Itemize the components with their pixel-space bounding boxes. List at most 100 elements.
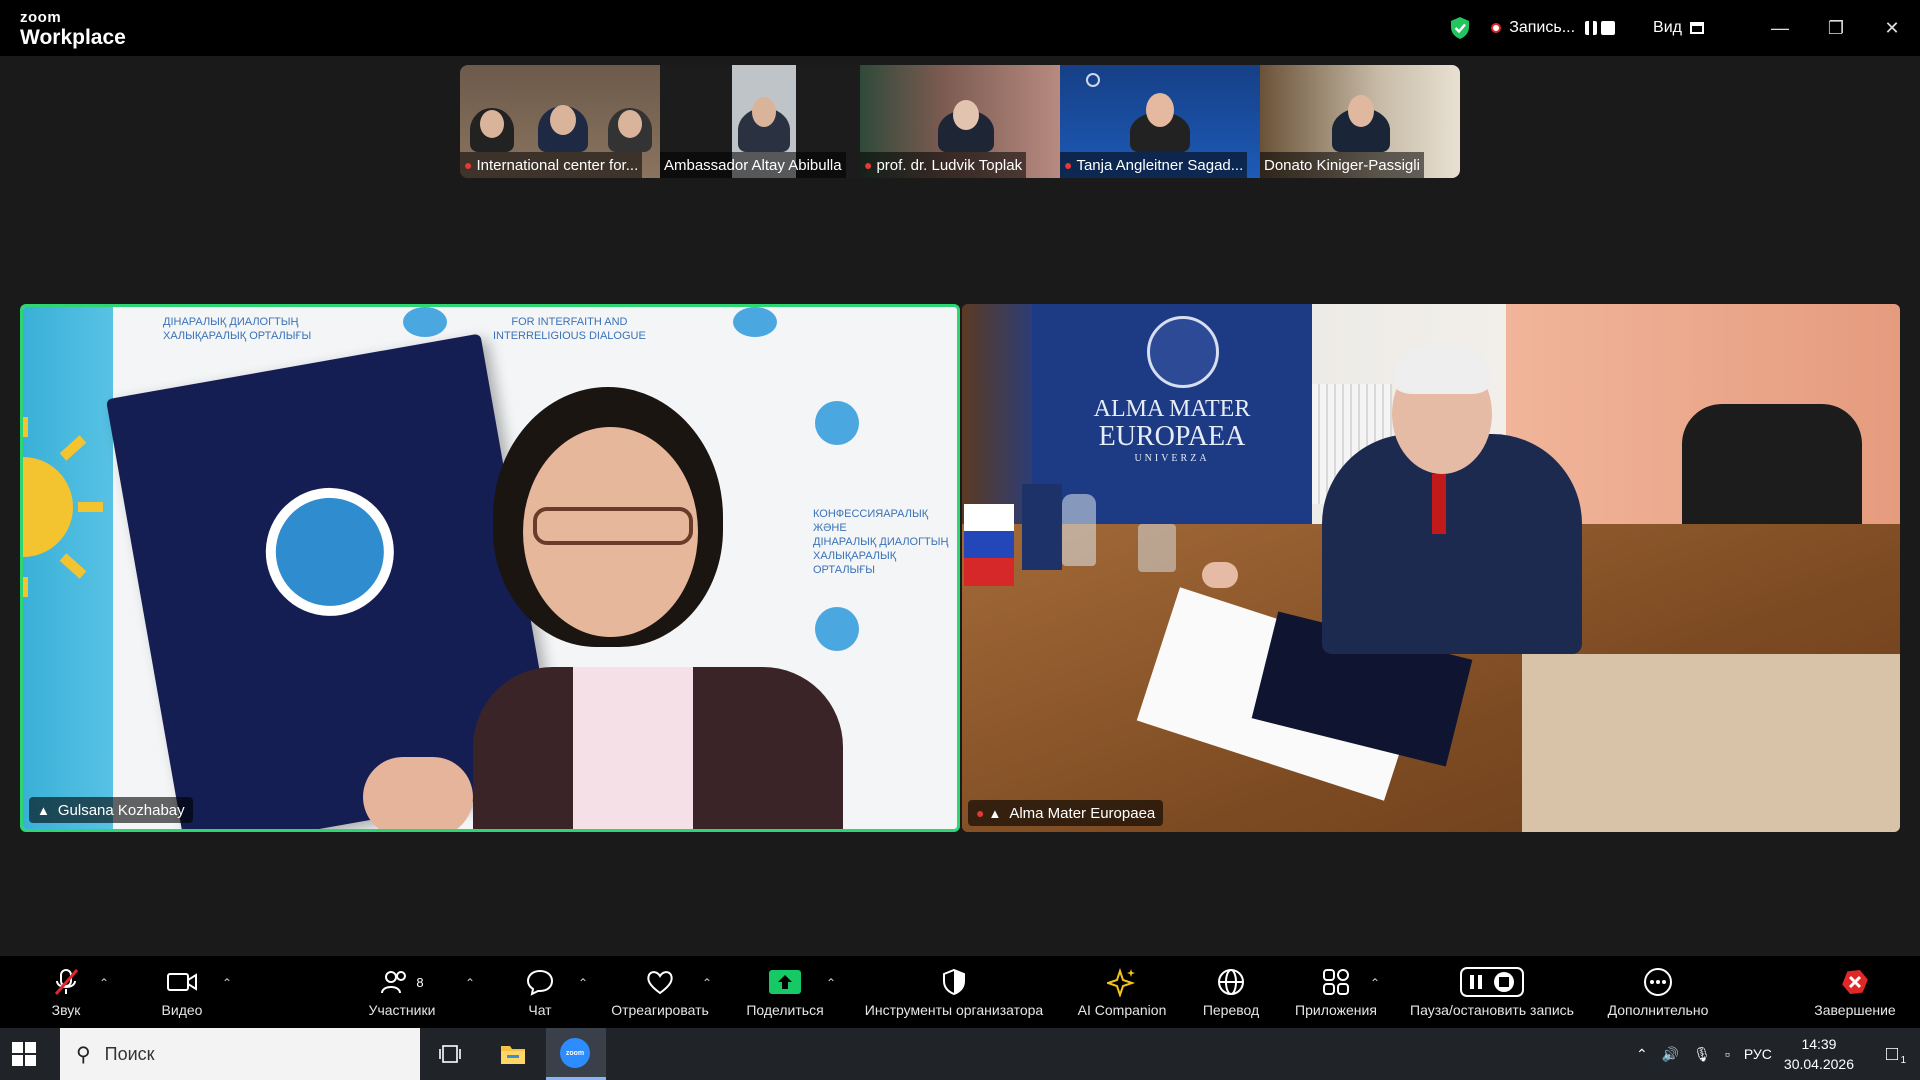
participants-button[interactable]: 8 Участники [362,956,442,1028]
react-options-chevron-icon[interactable]: ⌃ [702,976,712,990]
backdrop-line: ХАЛЫҚАРАЛЫҚ ОРТАЛЫҒЫ [813,550,897,576]
restore-button[interactable]: ❐ [1808,0,1864,56]
record-label: Пауза/остановить запись [1410,1002,1574,1018]
tile-name: Alma Mater Europaea [1009,804,1156,822]
recording-dot-icon [1491,23,1502,33]
audio-button[interactable]: Звук [36,956,96,1028]
search-placeholder: Поиск [104,1043,155,1064]
muted-mic-icon: ● [976,805,985,821]
muted-mic-icon: ● [464,157,473,173]
share-label: Поделиться [746,1002,824,1018]
close-button[interactable]: ✕ [1864,0,1920,56]
pin-icon: ▲ [37,802,50,818]
react-button[interactable]: Отреагировать [600,956,720,1028]
video-button[interactable]: Видео [150,956,214,1028]
thumbnail-4[interactable]: ● Tanja Angleitner Sagad... [1060,65,1260,178]
chat-options-chevron-icon[interactable]: ⌃ [578,976,588,990]
translate-label: Перевод [1202,1002,1260,1018]
notifications-button[interactable]: □ 1 [1872,1043,1912,1066]
taskbar-search-box[interactable]: ⚲ Поиск [60,1028,420,1080]
water-glass [1138,524,1176,572]
taskbar-clock[interactable]: 14:39 30.04.2026 [1784,1034,1854,1074]
muted-mic-icon: ● [1064,157,1073,173]
ai-companion-button[interactable]: AI Companion [1070,956,1174,1028]
video-options-chevron-icon[interactable]: ⌃ [222,976,232,990]
share-screen-icon [769,970,801,994]
chat-icon [526,969,554,996]
security-shield-icon [943,968,965,996]
participant-head [953,100,979,130]
more-label: Дополнительно [1607,1002,1709,1018]
zoom-app-icon: zoom [560,1038,590,1068]
pin-icon: ▲ [988,805,1002,821]
volume-icon[interactable]: 🔊 [1662,1046,1679,1063]
stop-recording-icon[interactable] [1601,21,1616,35]
brand-top: zoom [20,9,62,26]
audio-options-chevron-icon[interactable]: ⌃ [99,976,109,990]
signer-hair [1394,344,1490,394]
microphone-icon[interactable]: 🎙 [1693,1046,1711,1063]
thumbnail-5[interactable]: Donato Kiniger-Passigli [1260,65,1460,178]
backdrop-line: ДІНАРАЛЫҚ ДИАЛОГТЫҢ [813,536,949,548]
brand-name: Workplace [20,26,126,49]
apps-options-chevron-icon[interactable]: ⌃ [1370,976,1380,990]
floor [1522,654,1900,832]
input-language[interactable]: РУС [1744,1046,1772,1062]
participant-name: Donato Kiniger-Passigli [1264,156,1420,174]
thumbnail-label: ● prof. dr. Ludvik Toplak [860,152,1027,178]
tray-chevron-up-icon[interactable]: ⌃ [1636,1046,1648,1063]
task-view-icon[interactable] [434,1038,466,1070]
clock-date: 30.04.2026 [1783,1056,1854,1072]
notification-icon: □ [1885,1042,1899,1065]
apps-button[interactable]: Приложения [1286,956,1386,1028]
windows-start-icon[interactable] [12,1042,36,1066]
view-button[interactable]: Вид [1653,19,1704,37]
chat-label: Чат [528,1002,552,1018]
apps-label: Приложения [1295,1002,1377,1018]
pause-recording-icon[interactable] [1585,21,1598,35]
share-button[interactable]: Поделиться [730,956,840,1028]
participant-name: Tanja Angleitner Sagad... [1076,156,1244,174]
chat-button[interactable]: Чат [520,956,560,1028]
share-options-chevron-icon[interactable]: ⌃ [826,976,836,990]
thumbnail-2[interactable]: Ambassador Altay Abibulla [660,65,860,178]
thumbnail-label: ● International center for... [460,152,643,178]
recording-indicator[interactable]: Запись... [1491,19,1616,37]
banner-line-1: ALMA MATER [1093,396,1251,422]
participant-name: prof. dr. Ludvik Toplak [876,156,1023,174]
file-explorer-icon[interactable] [497,1038,529,1070]
recording-label: Запись... [1509,19,1576,36]
globe-logo-icon [815,401,859,445]
thumbnail-label: ● Tanja Angleitner Sagad... [1060,152,1248,178]
backdrop-line: FOR INTERFAITH AND [511,316,628,328]
participants-options-chevron-icon[interactable]: ⌃ [465,976,475,990]
end-meeting-icon [1842,969,1868,995]
zoom-meeting-window: zoom Workplace Запись... Вид — ❐ ✕ ● Int… [0,0,1920,1028]
encryption-shield-icon[interactable] [1449,16,1471,40]
thumbnail-1[interactable]: ● International center for... [460,65,660,178]
glasses-icon [533,507,693,545]
slovenia-flag [964,504,1014,586]
react-label: Отреагировать [611,1002,709,1018]
host-tools-button[interactable]: Инструменты организатора [852,956,1056,1028]
participant-thumbnails: ● International center for... Ambassador … [460,65,1460,178]
university-flag [1022,484,1062,570]
view-label: Вид [1653,19,1682,36]
pause-stop-recording-button[interactable]: Пауза/остановить запись [1402,956,1582,1028]
end-meeting-button[interactable]: Завершение [1808,956,1902,1028]
banner-line-2: EUROPAEA [1098,421,1246,452]
translate-button[interactable]: Перевод [1196,956,1266,1028]
video-label: Видео [161,1002,203,1018]
video-tile-alma-mater[interactable]: ALMA MATER EUROPAEA UNIVERZA ● ▲ Alma Ma… [962,304,1900,832]
more-icon [1644,968,1672,996]
minimize-button[interactable]: — [1752,0,1808,56]
sparkle-icon [1107,967,1136,997]
more-button[interactable]: Дополнительно [1600,956,1716,1028]
video-tile-active-speaker[interactable]: ДІНАРАЛЫҚ ДИАЛОГТЫҢ ХАЛЫҚАРАЛЫҚ ОРТАЛЫҒЫ … [20,304,960,832]
title-bar: zoom Workplace Запись... Вид — ❐ ✕ [0,0,1920,56]
emblem-icon [255,477,404,627]
participant-head [550,105,576,135]
zoom-taskbar-item[interactable]: zoom [546,1028,606,1080]
thumbnail-3[interactable]: ● prof. dr. Ludvik Toplak [860,65,1060,178]
network-icon[interactable]: ▫ [1725,1046,1730,1062]
